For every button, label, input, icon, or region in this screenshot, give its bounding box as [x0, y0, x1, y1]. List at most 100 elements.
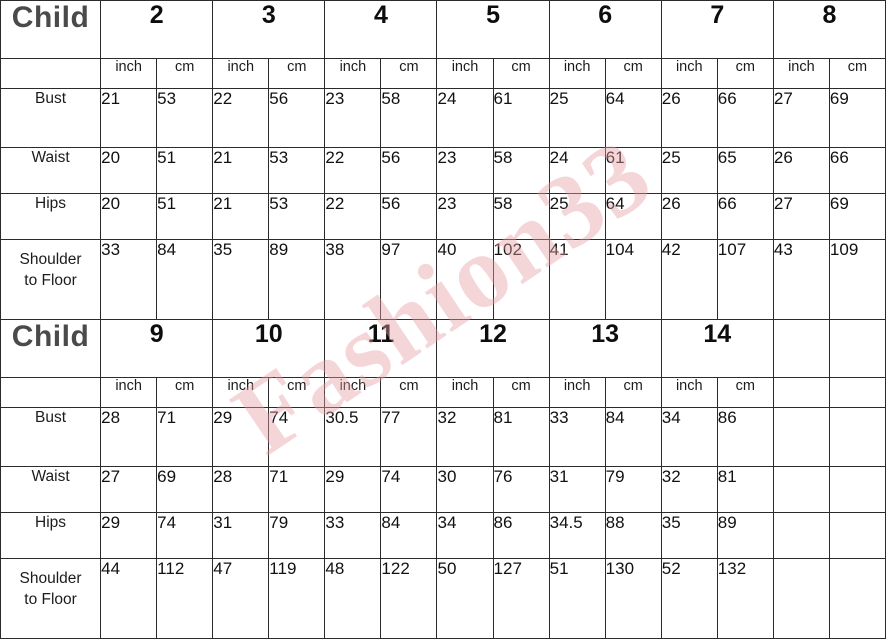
value-cell-shoulder-to-floor-3: 89	[268, 239, 326, 320]
value-cell-hips-7: 86	[492, 512, 550, 559]
value-cell-waist-5: 74	[380, 466, 438, 513]
size-header-11: 11	[324, 319, 438, 378]
value-cell-waist-4: 29	[324, 466, 382, 513]
value-cell-shoulder-to-floor-10: 52	[660, 558, 718, 639]
value-cell-bust-3: 74	[268, 407, 326, 467]
value-cell-hips-0: 29	[100, 512, 158, 559]
value-cell-bust-0: 28	[100, 407, 158, 467]
value-cell-shoulder-to-floor-0: 33	[100, 239, 158, 320]
value-cell-bust-1: 71	[156, 407, 214, 467]
unit-header-cm-7: cm	[492, 377, 550, 408]
value-cell-hips-7: 58	[492, 193, 550, 240]
unit-header-inch-2: inch	[212, 58, 270, 89]
value-cell-waist-4: 22	[324, 147, 382, 194]
value-cell-waist-1: 69	[156, 466, 214, 513]
row-label-shoulder-to-floor: Shoulder to Floor	[0, 558, 102, 639]
value-cell-waist-6: 30	[436, 466, 494, 513]
unit-row-corner	[0, 58, 102, 89]
size-header-5: 5	[436, 0, 550, 59]
unit-header-inch-10: inch	[660, 377, 718, 408]
value-cell-waist-0: 20	[100, 147, 158, 194]
value-cell-hips-2: 31	[212, 512, 270, 559]
unit-header-inch-6: inch	[436, 58, 494, 89]
table-row: Shoulder to Floor 44 112 47 119 48 122 50 127 51 13…	[0, 558, 886, 639]
value-cell-hips-1: 74	[156, 512, 214, 559]
value-cell-bust-3: 56	[268, 88, 326, 148]
value-cell-hips-4: 22	[324, 193, 382, 240]
value-cell-hips-11: 66	[716, 193, 774, 240]
value-cell-bust-8: 25	[548, 88, 606, 148]
value-cell-waist-8: 31	[548, 466, 606, 513]
value-cell-hips-8: 25	[548, 193, 606, 240]
unit-header-cm-9: cm	[604, 377, 662, 408]
value-cell-waist-8: 24	[548, 147, 606, 194]
value-cell-waist-9: 61	[604, 147, 662, 194]
value-cell-hips-10: 35	[660, 512, 718, 559]
table-row: Waist 27 69 28 71 29 74 30 76 31 79 32 81	[0, 466, 886, 513]
value-cell-hips-2: 21	[212, 193, 270, 240]
value-cell-hips-11: 89	[716, 512, 774, 559]
unit-header-inch-0: inch	[100, 377, 158, 408]
value-cell-waist-3: 53	[268, 147, 326, 194]
empty-value-cell	[772, 466, 830, 513]
value-cell-shoulder-to-floor-7: 102	[492, 239, 550, 320]
value-cell-hips-6: 34	[436, 512, 494, 559]
value-cell-hips-9: 88	[604, 512, 662, 559]
unit-header-inch-12: inch	[772, 58, 830, 89]
unit-header-cm-5: cm	[380, 58, 438, 89]
empty-value-cell	[828, 512, 886, 559]
unit-header-inch-6: inch	[436, 377, 494, 408]
empty-header-cell	[772, 319, 830, 378]
table-row: Hips 20 51 21 53 22 56 23 58 25 64 26 66 27 69	[0, 193, 886, 240]
value-cell-waist-7: 76	[492, 466, 550, 513]
row-label-bust: Bust	[0, 88, 102, 148]
value-cell-hips-4: 33	[324, 512, 382, 559]
unit-header-cm-5: cm	[380, 377, 438, 408]
value-cell-bust-0: 21	[100, 88, 158, 148]
size-header-3: 3	[212, 0, 326, 59]
value-cell-bust-5: 58	[380, 88, 438, 148]
value-cell-bust-8: 33	[548, 407, 606, 467]
child-size-chart-table: Child 2 3 4 5 6 7 8 inch cm inch cm inch cm inch cm inch…	[0, 0, 886, 639]
value-cell-bust-13: 69	[828, 88, 886, 148]
value-cell-shoulder-to-floor-8: 51	[548, 558, 606, 639]
value-cell-shoulder-to-floor-1: 112	[156, 558, 214, 639]
value-cell-bust-1: 53	[156, 88, 214, 148]
unit-header-row: inch cm inch cm inch cm inch cm inch cm inch cm inch…	[0, 58, 886, 89]
value-cell-waist-0: 27	[100, 466, 158, 513]
empty-value-cell	[828, 466, 886, 513]
value-cell-shoulder-to-floor-5: 122	[380, 558, 438, 639]
value-cell-shoulder-to-floor-9: 104	[604, 239, 662, 320]
row-label-waist: Waist	[0, 147, 102, 194]
value-cell-shoulder-to-floor-6: 50	[436, 558, 494, 639]
value-cell-hips-9: 64	[604, 193, 662, 240]
child-label-1: Child	[0, 0, 102, 59]
empty-header-cell	[828, 319, 886, 378]
value-cell-waist-11: 65	[716, 147, 774, 194]
value-cell-shoulder-to-floor-9: 130	[604, 558, 662, 639]
value-cell-shoulder-to-floor-12: 43	[772, 239, 830, 320]
value-cell-waist-2: 21	[212, 147, 270, 194]
value-cell-bust-6: 32	[436, 407, 494, 467]
unit-header-row: inch cm inch cm inch cm inch cm inch cm inch cm	[0, 377, 886, 408]
size-header-13: 13	[548, 319, 662, 378]
value-cell-bust-7: 61	[492, 88, 550, 148]
value-cell-bust-12: 27	[772, 88, 830, 148]
value-cell-waist-7: 58	[492, 147, 550, 194]
unit-header-cm-11: cm	[716, 377, 774, 408]
unit-header-inch-2: inch	[212, 377, 270, 408]
value-cell-shoulder-to-floor-1: 84	[156, 239, 214, 320]
value-cell-hips-1: 51	[156, 193, 214, 240]
value-cell-shoulder-to-floor-2: 35	[212, 239, 270, 320]
value-cell-shoulder-to-floor-8: 41	[548, 239, 606, 320]
value-cell-shoulder-to-floor-3: 119	[268, 558, 326, 639]
row-label-hips: Hips	[0, 193, 102, 240]
empty-unit-cell	[772, 377, 830, 408]
value-cell-shoulder-to-floor-10: 42	[660, 239, 718, 320]
value-cell-shoulder-to-floor-6: 40	[436, 239, 494, 320]
unit-header-inch-8: inch	[548, 58, 606, 89]
value-cell-waist-13: 66	[828, 147, 886, 194]
size-header-row: Child 2 3 4 5 6 7 8	[0, 0, 886, 59]
empty-value-cell	[828, 558, 886, 639]
value-cell-hips-8: 34.5	[548, 512, 606, 559]
